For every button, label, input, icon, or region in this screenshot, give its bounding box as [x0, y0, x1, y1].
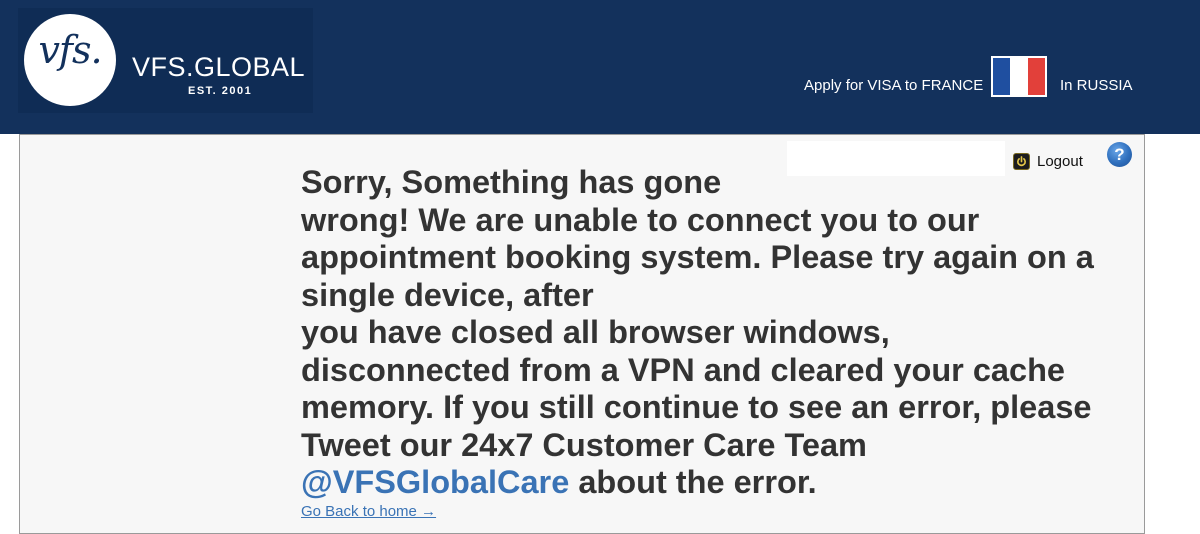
france-flag-icon: [991, 56, 1047, 97]
apply-for-visa-text: Apply for VISA to FRANCE: [804, 77, 984, 94]
error-message-line: @VFSGlobalCare about the error.: [301, 464, 1131, 502]
logo-circle: vfs.: [24, 14, 116, 106]
error-message-line: disconnected from a VPN and cleared your…: [301, 351, 1066, 388]
error-message-line: Tweet our 24x7 Customer Care Team: [301, 426, 867, 463]
go-back-home-link[interactable]: Go Back to home →: [301, 503, 436, 520]
vfs-logo[interactable]: vfs. VFS.GLOBAL EST. 2001: [18, 8, 313, 113]
error-message-line: wrong! We are unable to connect you to o…: [301, 201, 980, 238]
error-message: Sorry, Something has gone wrong! We are …: [301, 164, 1131, 502]
error-message-tail: about the error.: [569, 464, 817, 500]
error-message-line: memory. If you still continue to see an …: [301, 389, 1092, 425]
logo-mark: vfs.: [38, 28, 102, 72]
country-text: In RUSSIA: [1060, 77, 1133, 94]
error-message-line: single device, after: [301, 276, 594, 313]
error-message-line: appointment booking system. Please try a…: [301, 239, 1094, 275]
brand-established: EST. 2001: [188, 85, 253, 97]
flag-stripe-red: [1027, 58, 1045, 95]
site-header: vfs. VFS.GLOBAL EST. 2001 Apply for VISA…: [0, 0, 1200, 134]
error-message-line: you have closed all browser windows,: [301, 314, 890, 350]
twitter-handle-link[interactable]: @VFSGlobalCare: [301, 464, 569, 500]
brand-name: VFS.GLOBAL: [132, 52, 306, 82]
flag-stripe-blue: [993, 58, 1011, 95]
flag-stripe-white: [1010, 58, 1028, 95]
error-message-line: Sorry, Something has gone: [301, 164, 722, 200]
